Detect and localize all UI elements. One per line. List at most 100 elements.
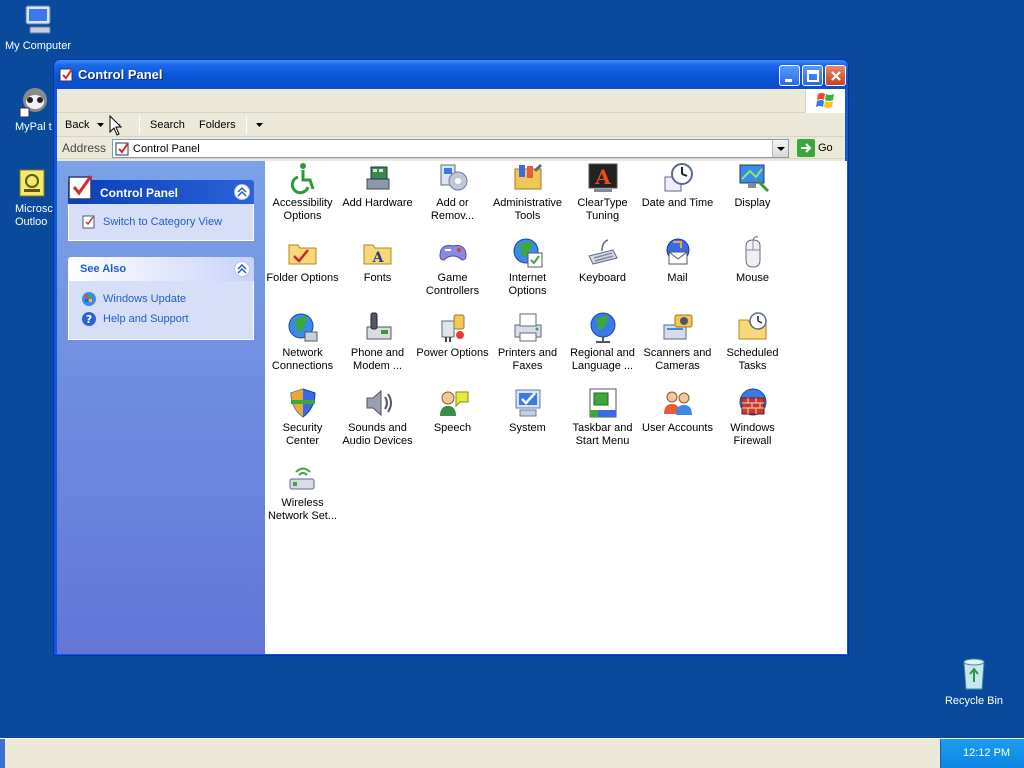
cp-item-display[interactable]: Display [715, 161, 790, 210]
cp-item-taskbar-and-start-menu[interactable]: Taskbar and Start Menu [565, 386, 640, 448]
search-button[interactable]: Search [150, 119, 185, 131]
cp-item-mail[interactable]: Mail [640, 236, 715, 285]
windows-update-link[interactable]: Windows Update [81, 292, 186, 306]
add-remove-icon [440, 164, 467, 191]
cp-item-fonts[interactable]: A Fonts [340, 236, 415, 285]
accessibility-icon [290, 163, 314, 195]
cp-item-phone-and-modem[interactable]: Phone and Modem ... [340, 311, 415, 373]
control-panel-icon [68, 175, 93, 200]
cp-item-label: Keyboard [578, 272, 627, 284]
desktop-icon-mypal[interactable]: MyPal t [15, 86, 52, 134]
address-input[interactable]: Control Panel [112, 139, 789, 158]
cp-item-security-center[interactable]: Security Center [265, 386, 340, 448]
users-icon [663, 391, 692, 415]
desktop-icon-label: Recycle Bin [944, 695, 1004, 707]
computer-icon [25, 5, 51, 34]
cp-item-add-or-remov[interactable]: Add or Remov... [415, 161, 490, 223]
cp-item-date-and-time[interactable]: Date and Time [640, 161, 715, 210]
control-panel-window: Control Panel Back Search Folders Addres… [53, 59, 849, 656]
title-bar[interactable]: Control Panel [54, 60, 848, 89]
cp-item-game-controllers[interactable]: Game Controllers [415, 236, 490, 298]
cp-item-network-connections[interactable]: Network Connections [265, 311, 340, 373]
help-and-support-label: Help and Support [103, 313, 189, 325]
network-icon [288, 313, 317, 342]
phone-icon [366, 312, 391, 340]
cp-item-label: Accessibility [272, 197, 333, 209]
cp-item-folder-options[interactable]: Folder Options [265, 236, 340, 285]
back-button[interactable]: Back [65, 119, 89, 131]
cp-item-label: ClearType [577, 197, 628, 209]
svg-text:A: A [371, 250, 384, 266]
maximize-button[interactable] [802, 65, 823, 86]
see-also-box-header[interactable]: See Also [68, 257, 254, 281]
control-panel-box-title: Control Panel [100, 186, 179, 200]
start-button-edge[interactable] [0, 739, 5, 768]
scanner-icon [663, 314, 692, 340]
cp-item-label: Game [437, 272, 468, 284]
cp-item-label: Wireless [281, 497, 324, 509]
folder-options-icon [288, 244, 316, 265]
cp-item-regional-and-language[interactable]: Regional and Language ... [565, 311, 640, 373]
mypal-icon [19, 88, 47, 118]
desktop-icon-my-computer[interactable]: My Computer [0, 3, 76, 53]
cp-item-label: Center [285, 435, 320, 447]
cp-item-accessibility-options[interactable]: Accessibility Options [265, 161, 340, 223]
chevron-up-icon [237, 186, 247, 197]
cp-item-printers-and-faxes[interactable]: Printers and Faxes [490, 311, 565, 373]
minimize-button[interactable] [779, 65, 800, 86]
clock[interactable]: 12:12 PM [963, 747, 1010, 759]
cp-item-label: Display [734, 197, 771, 209]
speech-icon [439, 391, 468, 416]
views-dropdown-icon[interactable] [256, 123, 263, 128]
address-dropdown-button[interactable] [772, 140, 788, 157]
cp-item-power-options[interactable]: Power Options [415, 311, 490, 360]
chevron-up-icon [237, 263, 247, 274]
system-icon [515, 389, 540, 417]
internet-icon [513, 238, 542, 268]
taskbar-icon [589, 388, 616, 418]
cp-item-speech[interactable]: Speech [415, 386, 490, 435]
cp-item-administrative-tools[interactable]: Administrative Tools [490, 161, 565, 223]
address-label: Address [62, 141, 107, 155]
close-button[interactable] [825, 65, 846, 86]
go-label: Go [818, 142, 833, 154]
chevron-down-icon[interactable] [97, 123, 104, 128]
help-and-support-link[interactable]: ? Help and Support [81, 312, 189, 326]
cp-item-scanners-and-cameras[interactable]: Scanners and Cameras [640, 311, 715, 373]
window-client: Back Search Folders Address Control Pane… [57, 89, 847, 654]
control-panel-box-header[interactable]: Control Panel [68, 175, 254, 204]
folders-button[interactable]: Folders [199, 119, 236, 131]
switch-to-category-view-link[interactable]: Switch to Category View [81, 215, 222, 229]
address-bar: Address Control Panel Go [57, 137, 845, 159]
cp-item-internet-options[interactable]: Internet Options [490, 236, 565, 298]
cp-item-add-hardware[interactable]: Add Hardware [340, 161, 415, 210]
desktop-icon-recycle-bin[interactable]: Recycle Bin [936, 656, 1012, 708]
cp-item-windows-firewall[interactable]: Windows Firewall [715, 386, 790, 448]
collapse-button[interactable] [234, 184, 250, 200]
cp-item-label: Scheduled [726, 347, 779, 359]
cp-item-mouse[interactable]: Mouse [715, 236, 790, 285]
go-button[interactable]: Go [797, 139, 833, 160]
cp-item-sounds-and-audio-devices[interactable]: Sounds and Audio Devices [340, 386, 415, 448]
desktop-icon-outlook[interactable]: Microsc Outloo [15, 168, 53, 229]
cp-item-label: Regional and [570, 347, 635, 359]
back-label: Back [65, 119, 90, 131]
mouse-icon [745, 236, 760, 268]
see-also-title: See Also [80, 263, 127, 275]
cp-item-cleartype-tuning[interactable]: A ClearType Tuning [565, 161, 640, 223]
cp-item-label: Tools [514, 210, 541, 222]
cp-item-label: Faxes [512, 360, 543, 372]
cp-item-label: Power Options [416, 347, 489, 359]
cp-item-label: Firewall [733, 435, 772, 447]
cp-item-label: Network [282, 347, 323, 359]
cp-item-keyboard[interactable]: Keyboard [565, 236, 640, 285]
cp-item-wireless-network-set[interactable]: Wireless Network Set... [265, 461, 340, 523]
collapse-button[interactable] [234, 261, 250, 277]
cp-item-system[interactable]: System [490, 386, 565, 435]
control-panel-icon [59, 68, 73, 82]
cp-item-label: Date and Time [641, 197, 714, 209]
cp-item-user-accounts[interactable]: User Accounts [640, 386, 715, 435]
cp-item-label: Options [508, 285, 547, 297]
cp-item-label: Windows [730, 422, 775, 434]
cp-item-scheduled-tasks[interactable]: Scheduled Tasks [715, 311, 790, 373]
